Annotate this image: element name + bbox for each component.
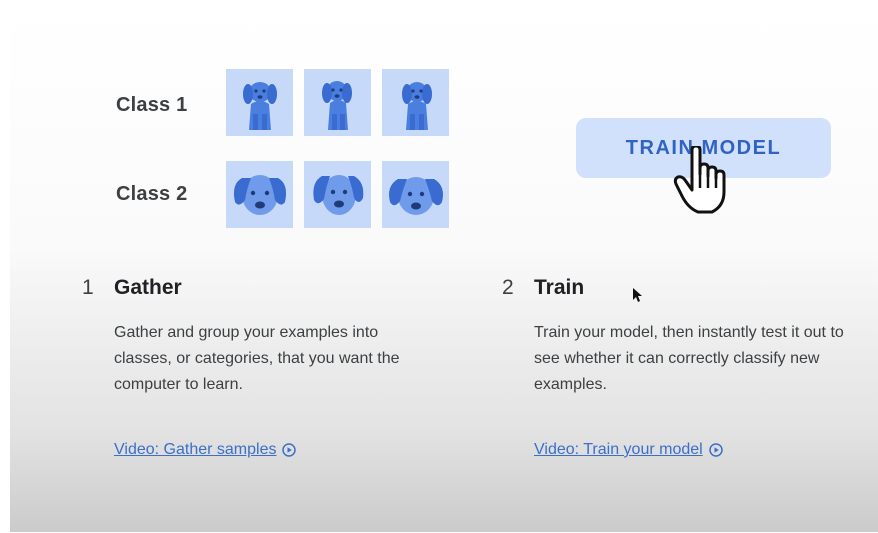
dog-sitting-icon <box>321 80 352 130</box>
play-circle-icon[interactable] <box>708 443 723 457</box>
dog-sitting-icon <box>401 81 432 130</box>
hand-pointer-icon <box>673 146 726 214</box>
class-2-label: Class 2 <box>116 183 188 205</box>
step-1-title: Gather <box>114 276 182 299</box>
gather-samples-video-link[interactable]: Video: Gather samples <box>114 441 297 459</box>
class-1-example-3 <box>382 69 449 136</box>
teachable-machine-steps: Class 1 Class 2 TRAIN MODEL 1 Gather Gat… <box>10 8 878 532</box>
class-2-example-1 <box>226 161 293 228</box>
step-2-description: Train your model, then instantly test it… <box>534 324 844 393</box>
train-your-model-link-text[interactable]: Video: Train your model <box>534 441 703 459</box>
step-1-description: Gather and group your examples into clas… <box>114 324 400 393</box>
gather-samples-link-text[interactable]: Video: Gather samples <box>114 441 276 459</box>
dog-sitting-icon <box>242 81 277 130</box>
dog-face-icon <box>312 174 363 215</box>
step-2-number: 2 <box>502 276 514 299</box>
play-circle-icon[interactable] <box>282 443 297 457</box>
step-1-number: 1 <box>82 276 94 299</box>
arrow-pointer-icon <box>633 288 642 302</box>
class-1-example-2 <box>304 69 371 136</box>
class-1-label: Class 1 <box>116 94 188 116</box>
class-1-example-1 <box>226 69 293 136</box>
dog-face-icon <box>233 174 286 215</box>
step-2-title: Train <box>534 276 585 299</box>
train-your-model-video-link[interactable]: Video: Train your model <box>534 441 723 459</box>
class-2-example-2 <box>304 161 371 228</box>
dog-face-icon <box>388 176 443 215</box>
class-2-example-3 <box>382 161 449 228</box>
